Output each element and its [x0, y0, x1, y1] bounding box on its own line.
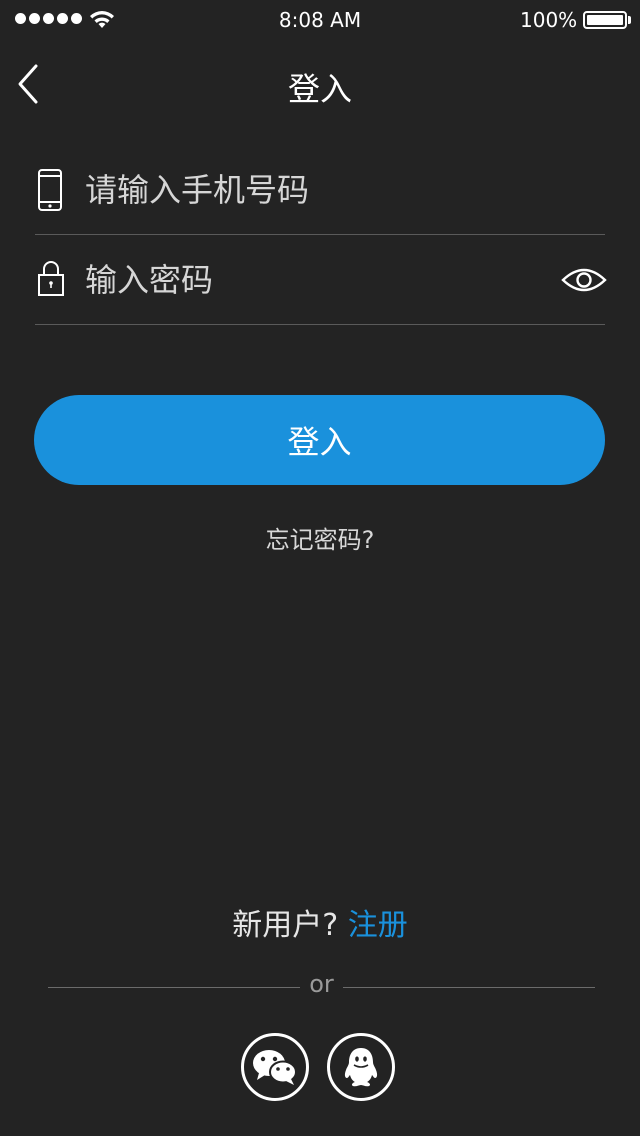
qq-login-button[interactable]	[327, 1033, 395, 1101]
divider-right	[343, 987, 595, 988]
register-link[interactable]: 注册	[348, 908, 408, 943]
page-title: 登入	[287, 70, 352, 108]
eye-icon	[561, 268, 607, 292]
wechat-icon	[253, 1050, 297, 1085]
register-row: 新用户? 注册	[0, 900, 640, 944]
status-bar: 8:08 AM 100%	[0, 0, 640, 40]
battery-percent: 100%	[520, 8, 578, 32]
battery-cap	[628, 16, 631, 24]
divider-left	[48, 987, 300, 988]
or-divider-text: or	[309, 970, 334, 998]
password-input[interactable]	[85, 256, 525, 304]
navigation-bar: 登入	[0, 40, 640, 130]
register-prompt: 新用户?	[232, 908, 339, 943]
password-field	[35, 236, 607, 325]
smartphone-icon	[38, 169, 62, 211]
show-password-toggle[interactable]	[561, 264, 607, 296]
qq-icon	[344, 1048, 378, 1087]
phone-input[interactable]	[85, 166, 525, 214]
wechat-login-button[interactable]	[241, 1033, 309, 1101]
login-screen: 8:08 AM 100% 登入 请输入手机号码 登入 忘记密码? 新用户? 注册…	[0, 0, 640, 1136]
lock-icon	[38, 261, 64, 296]
phone-field	[35, 146, 605, 235]
login-button[interactable]: 登入	[34, 395, 605, 485]
battery-icon	[583, 11, 627, 29]
forgot-password-link[interactable]: 忘记密码?	[0, 520, 640, 555]
